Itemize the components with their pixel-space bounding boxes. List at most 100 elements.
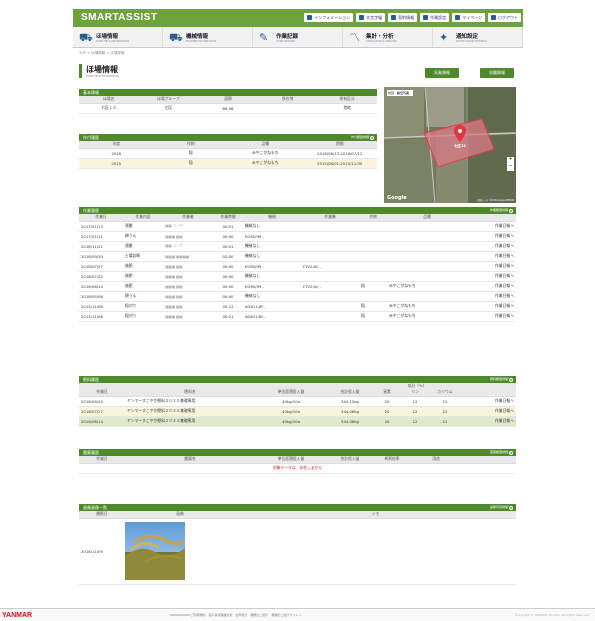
daily-report-link[interactable]: 作業日報へ xyxy=(467,251,516,262)
zoom-out-button[interactable]: − xyxy=(508,163,513,169)
rice-field-photo[interactable] xyxy=(125,521,185,580)
work-history-detail-button[interactable]: 作業履歴詳細 › xyxy=(490,208,513,213)
fertilizer-history-section: 肥料履歴 肥料履歴詳細 › 成分（%） 作業日 肥料名 単位面積投入量 合計投入量 窒素リ… xyxy=(79,376,516,427)
table-cell: 2017/01/13 xyxy=(79,221,123,232)
footer-link-2[interactable]: お問合せ xyxy=(236,613,248,617)
table-cell: ■■ ユーザ xyxy=(163,221,213,232)
harvest-button[interactable]: 収穫情報 xyxy=(480,68,514,78)
map-tab-map[interactable]: 地図 xyxy=(388,91,394,95)
footer-link-4[interactable]: 機械のご紹介サイトへ xyxy=(272,613,302,617)
table-cell: 344.12kg xyxy=(327,396,373,407)
page-subtitle: FARM FIELD INFORMATION xyxy=(86,75,120,78)
textsize-icon xyxy=(359,15,365,20)
map-tab-aerial[interactable]: 航空写真 xyxy=(397,91,409,95)
bell-icon xyxy=(307,15,313,20)
zoom-in-button[interactable]: + xyxy=(508,156,513,162)
arrow-right-icon: › xyxy=(509,208,513,213)
header-link-0[interactable]: インフォメーション xyxy=(304,13,354,22)
column-header: 作業日 xyxy=(79,456,125,464)
pesticide-history-detail-button[interactable]: 農薬履歴詳細 › xyxy=(490,450,513,455)
brand-logo[interactable]: SMARTASSIST xyxy=(81,12,157,23)
table-row: 2017/01/11 耕うん ■■■ ■■ 00:00 EG65/99 - 作業日報へ xyxy=(79,231,516,242)
gear-icon xyxy=(423,15,429,20)
header-link-label: インフォメーション xyxy=(314,15,351,20)
header-link-4[interactable]: マイページ xyxy=(452,13,485,22)
table-row: 2016/07/27 ヤンマーすこやか肥料２０２２基礎専用 40kg/10a 344.… xyxy=(79,406,516,417)
column-header: 作業日 xyxy=(79,389,125,397)
nav-item-3[interactable]: 〽集計・分析 TABULATION & ANALYSIS xyxy=(343,27,433,47)
table-row: 2016/05/06 耕うん ■■■ ■■ 00:00 機械なし 作業日報へ xyxy=(79,291,516,302)
table-cell: 2016/09/20 xyxy=(79,251,123,262)
table-cell: 七区１２ xyxy=(79,103,139,114)
header-link-1[interactable]: 文言字幅 xyxy=(356,13,386,22)
nav-item-0[interactable]: ⛟ ほ場情報 FARM FIELD INFORMATION xyxy=(73,27,163,47)
crop-history-header: 作付履歴 作付履歴詳細 › xyxy=(79,134,377,141)
yanmar-logo[interactable]: YANMAR xyxy=(2,612,32,619)
column-header: 機械 xyxy=(243,214,301,222)
arrow-right-icon: › xyxy=(509,450,513,455)
crop-history-detail-button[interactable]: 作付履歴詳細 › xyxy=(351,135,374,140)
table-row: 2016/07/22 施肥 ■■■ ■■ 00:00 機械なし 作業日報へ xyxy=(79,271,516,282)
logout-icon xyxy=(491,15,496,20)
table-cell: 稲 xyxy=(359,301,387,312)
nav-item-sublabel: WORK RECORD xyxy=(276,39,296,43)
page-title: ほ場情報 xyxy=(86,65,118,74)
basic-info-header: 基本情報 xyxy=(79,89,377,96)
header-link-5[interactable]: ログアウト xyxy=(488,13,521,22)
daily-report-link[interactable]: 作業日報へ xyxy=(467,301,516,312)
daily-report-link[interactable]: 作業日報へ xyxy=(461,406,516,417)
daily-report-link[interactable]: 作業日報へ xyxy=(467,221,516,232)
footer-link-0[interactable]: SMARTASSISTご利用規約 xyxy=(170,613,206,617)
table-cell: 稲 xyxy=(359,281,387,292)
daily-report-link[interactable]: 作業日報へ xyxy=(467,271,516,282)
table-cell: 施肥 xyxy=(123,271,163,282)
breadcrumb[interactable]: TOP > ほ場情報 > ほ場詳細 xyxy=(79,51,124,56)
photo-list-header: 画像画像一覧 画像写真詳細 › xyxy=(79,504,516,511)
fertilizer-history-detail-button[interactable]: 肥料履歴詳細 › xyxy=(490,377,513,382)
header-link-2[interactable]: 契約情報 xyxy=(388,13,418,22)
daily-report-link[interactable]: 作業日報へ xyxy=(467,241,516,252)
column-header: ほ場名 xyxy=(79,96,139,104)
column-header: リン xyxy=(401,389,429,397)
table-cell: 40kg/10a xyxy=(255,396,327,407)
table-cell: 12 xyxy=(429,406,461,417)
table-cell xyxy=(387,241,467,252)
nav-item-sublabel: NOTIFICATION SETTINGS xyxy=(456,39,487,43)
header-link-3[interactable]: 作業設定 xyxy=(420,13,450,22)
daily-report-link[interactable]: 作業日報へ xyxy=(461,396,516,407)
photo-list-section: 画像画像一覧 画像写真詳細 › 撮影日 画像 メモ 2016/11/09 xyxy=(79,504,516,585)
table-cell xyxy=(387,261,467,272)
nav-item-4[interactable]: ✦ 通知設定 NOTIFICATION SETTINGS xyxy=(433,27,523,47)
daily-report-link[interactable]: 作業日報へ xyxy=(461,416,516,427)
map-aerial-image[interactable] xyxy=(384,87,516,203)
daily-report-link[interactable]: 作業日報へ xyxy=(467,311,516,322)
table-cell: EG65/99 - xyxy=(243,281,301,292)
photo-list-detail-button[interactable]: 画像写真詳細 › xyxy=(490,505,513,510)
nav-item-2[interactable]: ✎ 作業記録 WORK RECORD xyxy=(253,27,343,47)
table-cell xyxy=(301,231,359,242)
weather-button[interactable]: 気象情報 xyxy=(425,68,459,78)
table-cell: ■■■ ■■ xyxy=(163,281,213,292)
daily-report-link[interactable]: 作業日報へ xyxy=(467,261,516,272)
field-map[interactable]: 地図 航空写真 七区12 + − Google 地図データ ©2016 Goog… xyxy=(384,87,516,203)
table-cell: みやこがねもち xyxy=(228,148,303,159)
top-header: SMARTASSIST インフォメーション 文言字幅 契約情報 作業設定 マイページ ログ… xyxy=(73,9,523,27)
daily-report-link[interactable]: 作業日報へ xyxy=(467,231,516,242)
table-cell: 12 xyxy=(429,396,461,407)
column-header: 作業日 xyxy=(79,214,123,222)
column-header: 期間 xyxy=(302,141,377,149)
photo-list-title: 画像画像一覧 xyxy=(83,505,107,510)
daily-report-link[interactable]: 作業日報へ xyxy=(467,281,516,292)
user-icon xyxy=(455,15,461,20)
fertilizer-history-title: 肥料履歴 xyxy=(83,377,99,382)
header-link-label: 作業設定 xyxy=(430,15,447,20)
footer-link-3[interactable]: 機能のご紹介 xyxy=(251,613,269,617)
footer-link-1[interactable]: 個人情報保護方針 xyxy=(209,613,233,617)
nav-item-1[interactable]: ⛟ 機械情報 MACHINE INFORMATION xyxy=(163,27,253,47)
table-cell: ヤンマーすこやか肥料２０２２基礎専用 xyxy=(125,396,255,407)
daily-report-link[interactable]: 作業日報へ xyxy=(467,291,516,302)
table-cell: 2016/07/27 xyxy=(79,406,125,417)
map-provider-logo: Google xyxy=(387,195,407,201)
column-header: 窒素 xyxy=(373,389,401,397)
document-icon xyxy=(391,15,397,20)
